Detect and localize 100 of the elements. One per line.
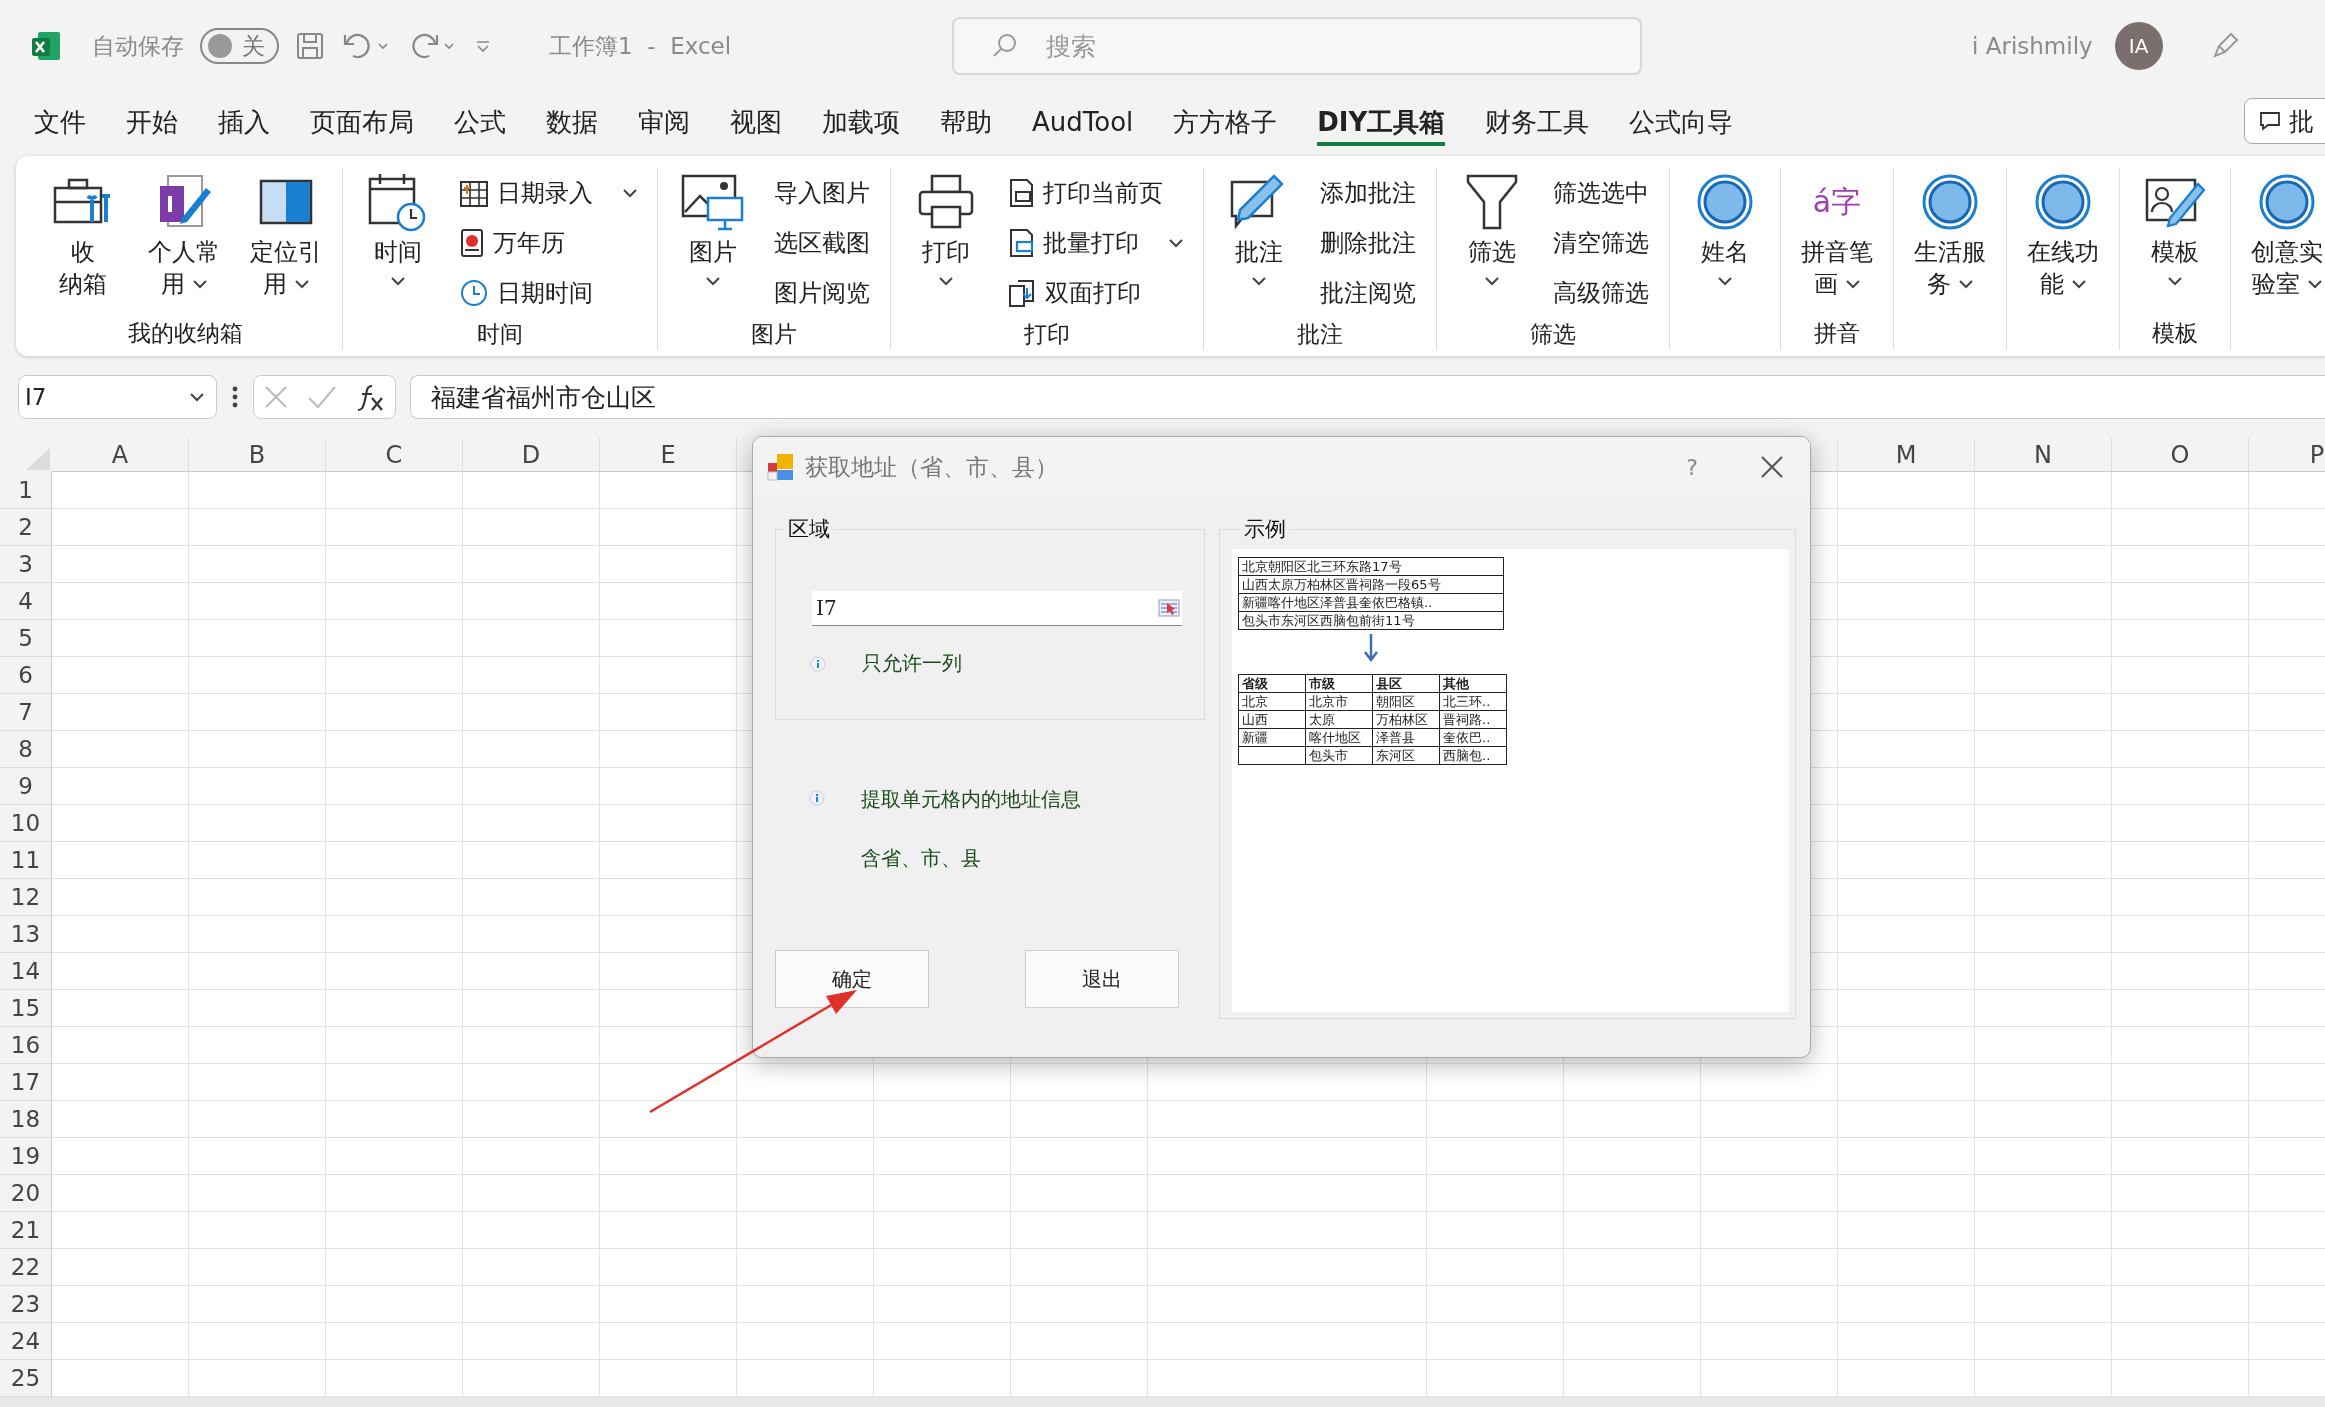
ribbon-button[interactable]: 批量打印 bbox=[1007, 218, 1187, 268]
save-icon[interactable] bbox=[295, 31, 325, 61]
column-header[interactable]: O bbox=[2112, 438, 2249, 472]
ribbon-button[interactable]: 万年历 bbox=[459, 218, 641, 268]
column-header[interactable]: C bbox=[326, 438, 463, 472]
row-header[interactable]: 11 bbox=[0, 842, 52, 879]
row-header[interactable]: 15 bbox=[0, 990, 52, 1027]
ribbon-tab[interactable]: 插入 bbox=[218, 96, 270, 146]
ribbon-button[interactable]: 图片 bbox=[674, 168, 752, 318]
ribbon-tab[interactable]: 方方格子 bbox=[1173, 96, 1278, 146]
row-header[interactable]: 24 bbox=[0, 1323, 52, 1360]
range-picker-icon[interactable] bbox=[1158, 599, 1180, 617]
ribbon-button[interactable]: á字 拼音笔 画 bbox=[1797, 168, 1877, 316]
column-header[interactable]: B bbox=[189, 438, 326, 472]
ribbon-button[interactable]: 在线功 能 bbox=[2023, 168, 2103, 316]
formula-field[interactable]: 福建省福州市仓山区 bbox=[410, 375, 2325, 419]
ribbon-button[interactable]: 批注阅览 bbox=[1320, 268, 1420, 318]
cancel-icon[interactable] bbox=[263, 384, 290, 410]
column-header[interactable]: N bbox=[1975, 438, 2112, 472]
check-icon[interactable] bbox=[307, 384, 338, 410]
chevron-down-icon bbox=[190, 392, 204, 402]
row-header[interactable]: 4 bbox=[0, 583, 52, 620]
ribbon-tab[interactable]: 帮助 bbox=[940, 96, 992, 146]
undo-icon[interactable] bbox=[341, 31, 391, 61]
ribbon-button[interactable]: 双面打印 bbox=[1007, 268, 1187, 318]
avatar[interactable]: IA bbox=[2114, 22, 2163, 70]
ribbon-button[interactable]: 删除批注 bbox=[1320, 218, 1420, 268]
row-header[interactable]: 19 bbox=[0, 1138, 52, 1175]
autosave-toggle[interactable]: 关 bbox=[200, 28, 279, 64]
row-header[interactable]: 8 bbox=[0, 731, 52, 768]
comment-button[interactable]: 批 bbox=[2244, 98, 2325, 144]
ribbon-button[interactable]: 选区截图 bbox=[774, 218, 874, 268]
ribbon-button[interactable]: 批注 bbox=[1220, 168, 1298, 318]
ribbon-button[interactable]: 筛选 bbox=[1453, 168, 1531, 318]
search-field[interactable]: 搜索 bbox=[952, 17, 1642, 75]
ribbon-tab[interactable]: 页面布局 bbox=[310, 96, 414, 146]
row-header[interactable]: 23 bbox=[0, 1286, 52, 1323]
ribbon-button[interactable]: 添加批注 bbox=[1320, 168, 1420, 218]
ribbon-button[interactable]: 高级筛选 bbox=[1553, 268, 1653, 318]
ribbon-tab[interactable]: 审阅 bbox=[638, 96, 690, 146]
ribbon-button[interactable]: 图片阅览 bbox=[774, 268, 874, 318]
ribbon-tab[interactable]: DIY工具箱 bbox=[1317, 96, 1446, 146]
ribbon-button[interactable]: 收 纳箱 bbox=[44, 168, 122, 316]
ribbon-button[interactable]: 个人常 用 bbox=[144, 168, 224, 316]
ribbon-button[interactable]: 日期时间 bbox=[459, 268, 641, 318]
ribbon-button[interactable]: 姓名 bbox=[1686, 168, 1764, 316]
more-options-icon[interactable] bbox=[231, 384, 239, 410]
column-header[interactable]: P bbox=[2249, 438, 2325, 472]
ribbon-button[interactable]: 日期录入 bbox=[459, 168, 641, 218]
column-header[interactable]: D bbox=[463, 438, 600, 472]
row-header[interactable]: 16 bbox=[0, 1027, 52, 1064]
row-header[interactable]: 17 bbox=[0, 1064, 52, 1101]
ribbon-button[interactable]: 生活服 务 bbox=[1910, 168, 1990, 316]
row-header[interactable]: 10 bbox=[0, 805, 52, 842]
ribbon-tab[interactable]: 视图 bbox=[730, 96, 782, 146]
row-header[interactable]: 22 bbox=[0, 1249, 52, 1286]
row-header[interactable]: 13 bbox=[0, 916, 52, 953]
ribbon-tab[interactable]: 公式 bbox=[454, 96, 506, 146]
row-header[interactable]: 2 bbox=[0, 509, 52, 546]
ribbon-tab[interactable]: 财务工具 bbox=[1485, 96, 1590, 146]
range-input[interactable]: I7 bbox=[812, 591, 1182, 626]
ribbon-button[interactable]: 时间 bbox=[359, 168, 437, 318]
row-header[interactable]: 1 bbox=[0, 472, 52, 509]
ribbon-tab[interactable]: 加载项 bbox=[822, 96, 900, 146]
table-header: 市级 bbox=[1305, 674, 1373, 693]
ribbon-button[interactable]: 创意实 验室 bbox=[2247, 168, 2325, 316]
ribbon-button[interactable]: 清空筛选 bbox=[1553, 218, 1653, 268]
ribbon-button[interactable]: 定位引 用 bbox=[246, 168, 326, 316]
function-icon[interactable] bbox=[355, 382, 386, 412]
dialog-button[interactable]: 退出 bbox=[1025, 950, 1179, 1008]
row-header[interactable]: 3 bbox=[0, 546, 52, 583]
row-header[interactable]: 9 bbox=[0, 768, 52, 805]
row-header[interactable]: 14 bbox=[0, 953, 52, 990]
ribbon-tab[interactable]: 文件 bbox=[34, 96, 86, 146]
column-header[interactable]: A bbox=[52, 438, 189, 472]
row-header[interactable]: 12 bbox=[0, 879, 52, 916]
ribbon-button[interactable]: 模板 bbox=[2136, 168, 2214, 316]
circle-icon bbox=[1921, 173, 1979, 231]
ribbon-tab[interactable]: 公式向导 bbox=[1629, 96, 1734, 146]
row-header[interactable]: 21 bbox=[0, 1212, 52, 1249]
dialog-button[interactable]: 确定 bbox=[775, 950, 929, 1008]
row-header[interactable]: 6 bbox=[0, 657, 52, 694]
row-header[interactable]: 7 bbox=[0, 694, 52, 731]
ribbon-button[interactable]: 导入图片 bbox=[774, 168, 874, 218]
ribbon-button[interactable]: 打印 bbox=[907, 168, 985, 318]
column-header[interactable]: E bbox=[600, 438, 737, 472]
row-header[interactable]: 5 bbox=[0, 620, 52, 657]
ribbon-tab[interactable]: 数据 bbox=[546, 96, 598, 146]
ribbon-tab[interactable]: AudTool bbox=[1032, 96, 1134, 146]
ribbon-button[interactable]: 筛选选中 bbox=[1553, 168, 1653, 218]
ribbon-tab[interactable]: 开始 bbox=[126, 96, 178, 146]
table-cell: 东河区 bbox=[1376, 748, 1415, 763]
name-box[interactable]: I7 bbox=[18, 375, 217, 419]
close-icon[interactable] bbox=[1760, 455, 1784, 479]
row-header[interactable]: 25 bbox=[0, 1360, 52, 1397]
pinyin-icon: á字 bbox=[1812, 181, 1862, 223]
row-header[interactable]: 18 bbox=[0, 1101, 52, 1138]
row-header[interactable]: 20 bbox=[0, 1175, 52, 1212]
column-header[interactable]: M bbox=[1838, 438, 1975, 472]
ribbon-button[interactable]: 打印当前页 bbox=[1007, 168, 1187, 218]
